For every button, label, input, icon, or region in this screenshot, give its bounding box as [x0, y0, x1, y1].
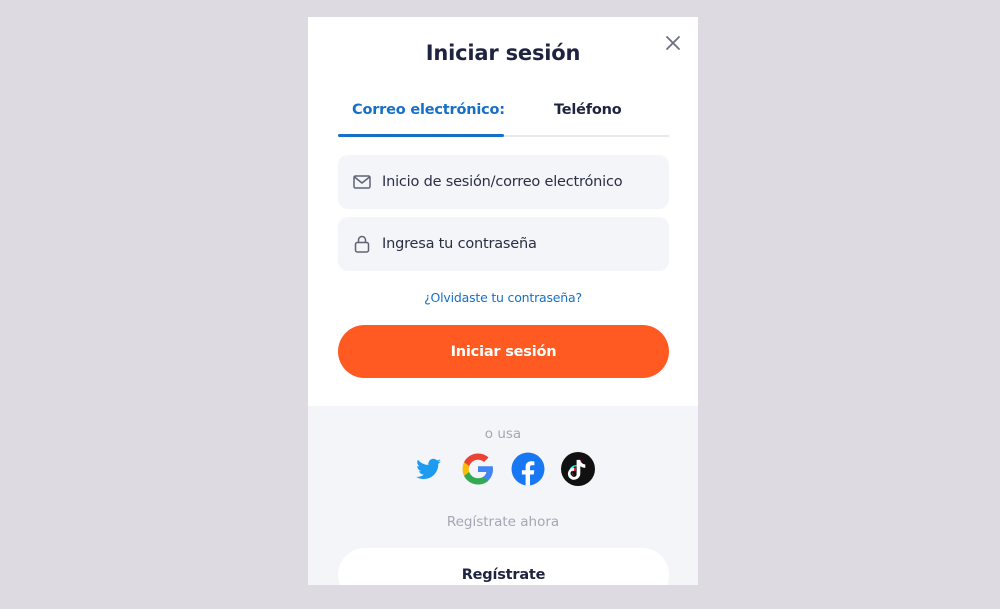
forgot-password-link[interactable]: ¿Olvidaste tu contraseña? [308, 290, 698, 305]
or-use-label: o usa [484, 426, 522, 442]
mail-icon [353, 175, 371, 189]
social-buttons [308, 451, 698, 487]
tab-email[interactable]: Correo electrónico: [352, 102, 505, 118]
email-field[interactable] [338, 155, 669, 209]
facebook-icon[interactable] [510, 451, 546, 487]
twitter-icon[interactable] [410, 451, 446, 487]
register-button-label: Regístrate [461, 567, 546, 583]
modal-title: Iniciar sesión [425, 41, 581, 65]
register-now-label: Regístrate ahora [446, 514, 560, 530]
login-method-tabs: Correo electrónico: Teléfono [338, 93, 669, 137]
register-button[interactable]: Regístrate [338, 548, 669, 585]
login-button[interactable]: Iniciar sesión [338, 325, 669, 378]
password-field[interactable] [338, 217, 669, 271]
lock-icon [354, 235, 370, 253]
close-icon[interactable] [663, 33, 683, 53]
social-login-section: o usa Regístrate ahora Regístrate [308, 406, 698, 585]
password-input[interactable] [382, 217, 662, 271]
google-icon[interactable] [460, 451, 496, 487]
login-modal: Iniciar sesión Correo electrónico: Teléf… [308, 17, 698, 585]
email-input[interactable] [382, 155, 662, 209]
login-button-label: Iniciar sesión [450, 343, 557, 360]
tab-phone[interactable]: Teléfono [554, 102, 622, 118]
tiktok-icon[interactable] [560, 451, 596, 487]
active-tab-indicator [338, 134, 504, 137]
